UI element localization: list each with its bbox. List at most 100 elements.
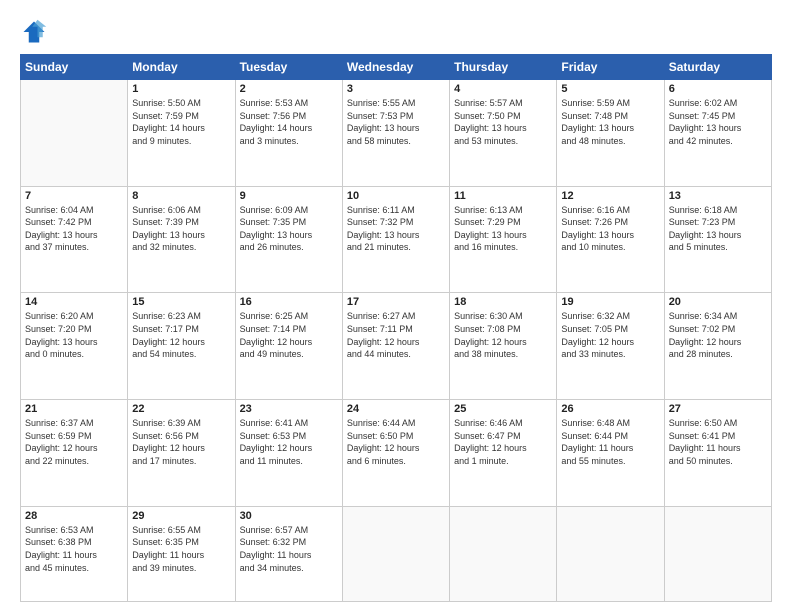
day-info: Sunrise: 6:44 AM Sunset: 6:50 PM Dayligh… <box>347 417 445 467</box>
calendar-week-row: 14 Sunrise: 6:20 AM Sunset: 7:20 PM Dayli… <box>21 293 772 400</box>
day-info: Sunrise: 6:02 AM Sunset: 7:45 PM Dayligh… <box>669 97 767 147</box>
day-info: Sunrise: 6:41 AM Sunset: 6:53 PM Dayligh… <box>240 417 338 467</box>
calendar-cell <box>557 506 664 601</box>
day-number: 18 <box>454 296 552 308</box>
calendar-week-row: 1 Sunrise: 5:50 AM Sunset: 7:59 PM Daylig… <box>21 80 772 187</box>
day-info: Sunrise: 5:53 AM Sunset: 7:56 PM Dayligh… <box>240 97 338 147</box>
calendar-cell: 7Sunrise: 6:04 AM Sunset: 7:42 PM Daylig… <box>21 186 128 293</box>
day-info: Sunrise: 6:57 AM Sunset: 6:32 PM Dayligh… <box>240 524 338 574</box>
day-info: Sunrise: 6:34 AM Sunset: 7:02 PM Dayligh… <box>669 310 767 360</box>
day-number: 10 <box>347 190 445 202</box>
logo-icon <box>20 18 48 46</box>
day-number: 16 <box>240 296 338 308</box>
calendar-week-row: 28Sunrise: 6:53 AM Sunset: 6:38 PM Dayli… <box>21 506 772 601</box>
calendar-cell: 4 Sunrise: 5:57 AM Sunset: 7:50 PM Daylig… <box>450 80 557 187</box>
day-info: Sunrise: 6:20 AM Sunset: 7:20 PM Dayligh… <box>25 310 123 360</box>
day-info: Sunrise: 6:46 AM Sunset: 6:47 PM Dayligh… <box>454 417 552 467</box>
day-info: Sunrise: 6:13 AM Sunset: 7:29 PM Dayligh… <box>454 204 552 254</box>
day-info: Sunrise: 5:55 AM Sunset: 7:53 PM Dayligh… <box>347 97 445 147</box>
day-number: 25 <box>454 403 552 415</box>
calendar-week-row: 7Sunrise: 6:04 AM Sunset: 7:42 PM Daylig… <box>21 186 772 293</box>
calendar-cell: 10Sunrise: 6:11 AM Sunset: 7:32 PM Dayli… <box>342 186 449 293</box>
calendar-cell <box>21 80 128 187</box>
calendar-cell <box>342 506 449 601</box>
calendar-cell: 9 Sunrise: 6:09 AM Sunset: 7:35 PM Daylig… <box>235 186 342 293</box>
calendar-cell: 18 Sunrise: 6:30 AM Sunset: 7:08 PM Dayli… <box>450 293 557 400</box>
calendar-cell: 6Sunrise: 6:02 AM Sunset: 7:45 PM Daylig… <box>664 80 771 187</box>
day-number: 22 <box>132 403 230 415</box>
calendar-cell: 15 Sunrise: 6:23 AM Sunset: 7:17 PM Dayli… <box>128 293 235 400</box>
calendar-cell: 3Sunrise: 5:55 AM Sunset: 7:53 PM Daylig… <box>342 80 449 187</box>
day-number: 27 <box>669 403 767 415</box>
day-number: 24 <box>347 403 445 415</box>
day-number: 29 <box>132 510 230 522</box>
weekday-header-sunday: Sunday <box>21 55 128 80</box>
day-info: Sunrise: 6:48 AM Sunset: 6:44 PM Dayligh… <box>561 417 659 467</box>
day-number: 12 <box>561 190 659 202</box>
day-number: 14 <box>25 296 123 308</box>
calendar-cell: 14 Sunrise: 6:20 AM Sunset: 7:20 PM Dayli… <box>21 293 128 400</box>
calendar-cell: 29 Sunrise: 6:55 AM Sunset: 6:35 PM Dayli… <box>128 506 235 601</box>
day-info: Sunrise: 6:23 AM Sunset: 7:17 PM Dayligh… <box>132 310 230 360</box>
weekday-header-tuesday: Tuesday <box>235 55 342 80</box>
day-info: Sunrise: 5:57 AM Sunset: 7:50 PM Dayligh… <box>454 97 552 147</box>
calendar-cell: 19Sunrise: 6:32 AM Sunset: 7:05 PM Dayli… <box>557 293 664 400</box>
day-number: 23 <box>240 403 338 415</box>
day-number: 9 <box>240 190 338 202</box>
calendar-cell: 26 Sunrise: 6:48 AM Sunset: 6:44 PM Dayli… <box>557 400 664 507</box>
calendar-cell: 16 Sunrise: 6:25 AM Sunset: 7:14 PM Dayli… <box>235 293 342 400</box>
day-number: 21 <box>25 403 123 415</box>
day-number: 8 <box>132 190 230 202</box>
day-number: 30 <box>240 510 338 522</box>
calendar-cell: 21 Sunrise: 6:37 AM Sunset: 6:59 PM Dayli… <box>21 400 128 507</box>
day-info: Sunrise: 6:16 AM Sunset: 7:26 PM Dayligh… <box>561 204 659 254</box>
calendar-cell: 8 Sunrise: 6:06 AM Sunset: 7:39 PM Daylig… <box>128 186 235 293</box>
calendar-cell: 22 Sunrise: 6:39 AM Sunset: 6:56 PM Dayli… <box>128 400 235 507</box>
day-info: Sunrise: 5:50 AM Sunset: 7:59 PM Dayligh… <box>132 97 230 147</box>
weekday-header-wednesday: Wednesday <box>342 55 449 80</box>
calendar-cell: 25 Sunrise: 6:46 AM Sunset: 6:47 PM Dayli… <box>450 400 557 507</box>
day-number: 11 <box>454 190 552 202</box>
calendar-cell: 27 Sunrise: 6:50 AM Sunset: 6:41 PM Dayli… <box>664 400 771 507</box>
calendar-table: SundayMondayTuesdayWednesdayThursdayFrid… <box>20 54 772 602</box>
calendar-cell: 1 Sunrise: 5:50 AM Sunset: 7:59 PM Daylig… <box>128 80 235 187</box>
day-info: Sunrise: 6:55 AM Sunset: 6:35 PM Dayligh… <box>132 524 230 574</box>
day-info: Sunrise: 6:30 AM Sunset: 7:08 PM Dayligh… <box>454 310 552 360</box>
day-info: Sunrise: 5:59 AM Sunset: 7:48 PM Dayligh… <box>561 97 659 147</box>
day-number: 2 <box>240 83 338 95</box>
calendar-cell: 12 Sunrise: 6:16 AM Sunset: 7:26 PM Dayli… <box>557 186 664 293</box>
day-info: Sunrise: 6:25 AM Sunset: 7:14 PM Dayligh… <box>240 310 338 360</box>
day-number: 13 <box>669 190 767 202</box>
day-info: Sunrise: 6:06 AM Sunset: 7:39 PM Dayligh… <box>132 204 230 254</box>
calendar-cell: 17 Sunrise: 6:27 AM Sunset: 7:11 PM Dayli… <box>342 293 449 400</box>
calendar-cell: 2 Sunrise: 5:53 AM Sunset: 7:56 PM Daylig… <box>235 80 342 187</box>
day-info: Sunrise: 6:32 AM Sunset: 7:05 PM Dayligh… <box>561 310 659 360</box>
calendar-cell: 24 Sunrise: 6:44 AM Sunset: 6:50 PM Dayli… <box>342 400 449 507</box>
weekday-header-friday: Friday <box>557 55 664 80</box>
calendar-cell <box>664 506 771 601</box>
calendar-cell <box>450 506 557 601</box>
day-info: Sunrise: 6:18 AM Sunset: 7:23 PM Dayligh… <box>669 204 767 254</box>
calendar-cell: 30 Sunrise: 6:57 AM Sunset: 6:32 PM Dayli… <box>235 506 342 601</box>
day-number: 15 <box>132 296 230 308</box>
day-number: 26 <box>561 403 659 415</box>
calendar-cell: 23 Sunrise: 6:41 AM Sunset: 6:53 PM Dayli… <box>235 400 342 507</box>
day-number: 17 <box>347 296 445 308</box>
calendar-cell: 28Sunrise: 6:53 AM Sunset: 6:38 PM Dayli… <box>21 506 128 601</box>
day-info: Sunrise: 6:39 AM Sunset: 6:56 PM Dayligh… <box>132 417 230 467</box>
weekday-header-saturday: Saturday <box>664 55 771 80</box>
day-info: Sunrise: 6:53 AM Sunset: 6:38 PM Dayligh… <box>25 524 123 574</box>
day-info: Sunrise: 6:50 AM Sunset: 6:41 PM Dayligh… <box>669 417 767 467</box>
calendar-week-row: 21 Sunrise: 6:37 AM Sunset: 6:59 PM Dayli… <box>21 400 772 507</box>
calendar-cell: 11 Sunrise: 6:13 AM Sunset: 7:29 PM Dayli… <box>450 186 557 293</box>
calendar-cell: 5Sunrise: 5:59 AM Sunset: 7:48 PM Daylig… <box>557 80 664 187</box>
weekday-header-monday: Monday <box>128 55 235 80</box>
day-info: Sunrise: 6:37 AM Sunset: 6:59 PM Dayligh… <box>25 417 123 467</box>
day-info: Sunrise: 6:09 AM Sunset: 7:35 PM Dayligh… <box>240 204 338 254</box>
day-number: 1 <box>132 83 230 95</box>
day-info: Sunrise: 6:27 AM Sunset: 7:11 PM Dayligh… <box>347 310 445 360</box>
calendar-cell: 13 Sunrise: 6:18 AM Sunset: 7:23 PM Dayli… <box>664 186 771 293</box>
day-number: 20 <box>669 296 767 308</box>
header <box>20 18 772 46</box>
day-number: 4 <box>454 83 552 95</box>
